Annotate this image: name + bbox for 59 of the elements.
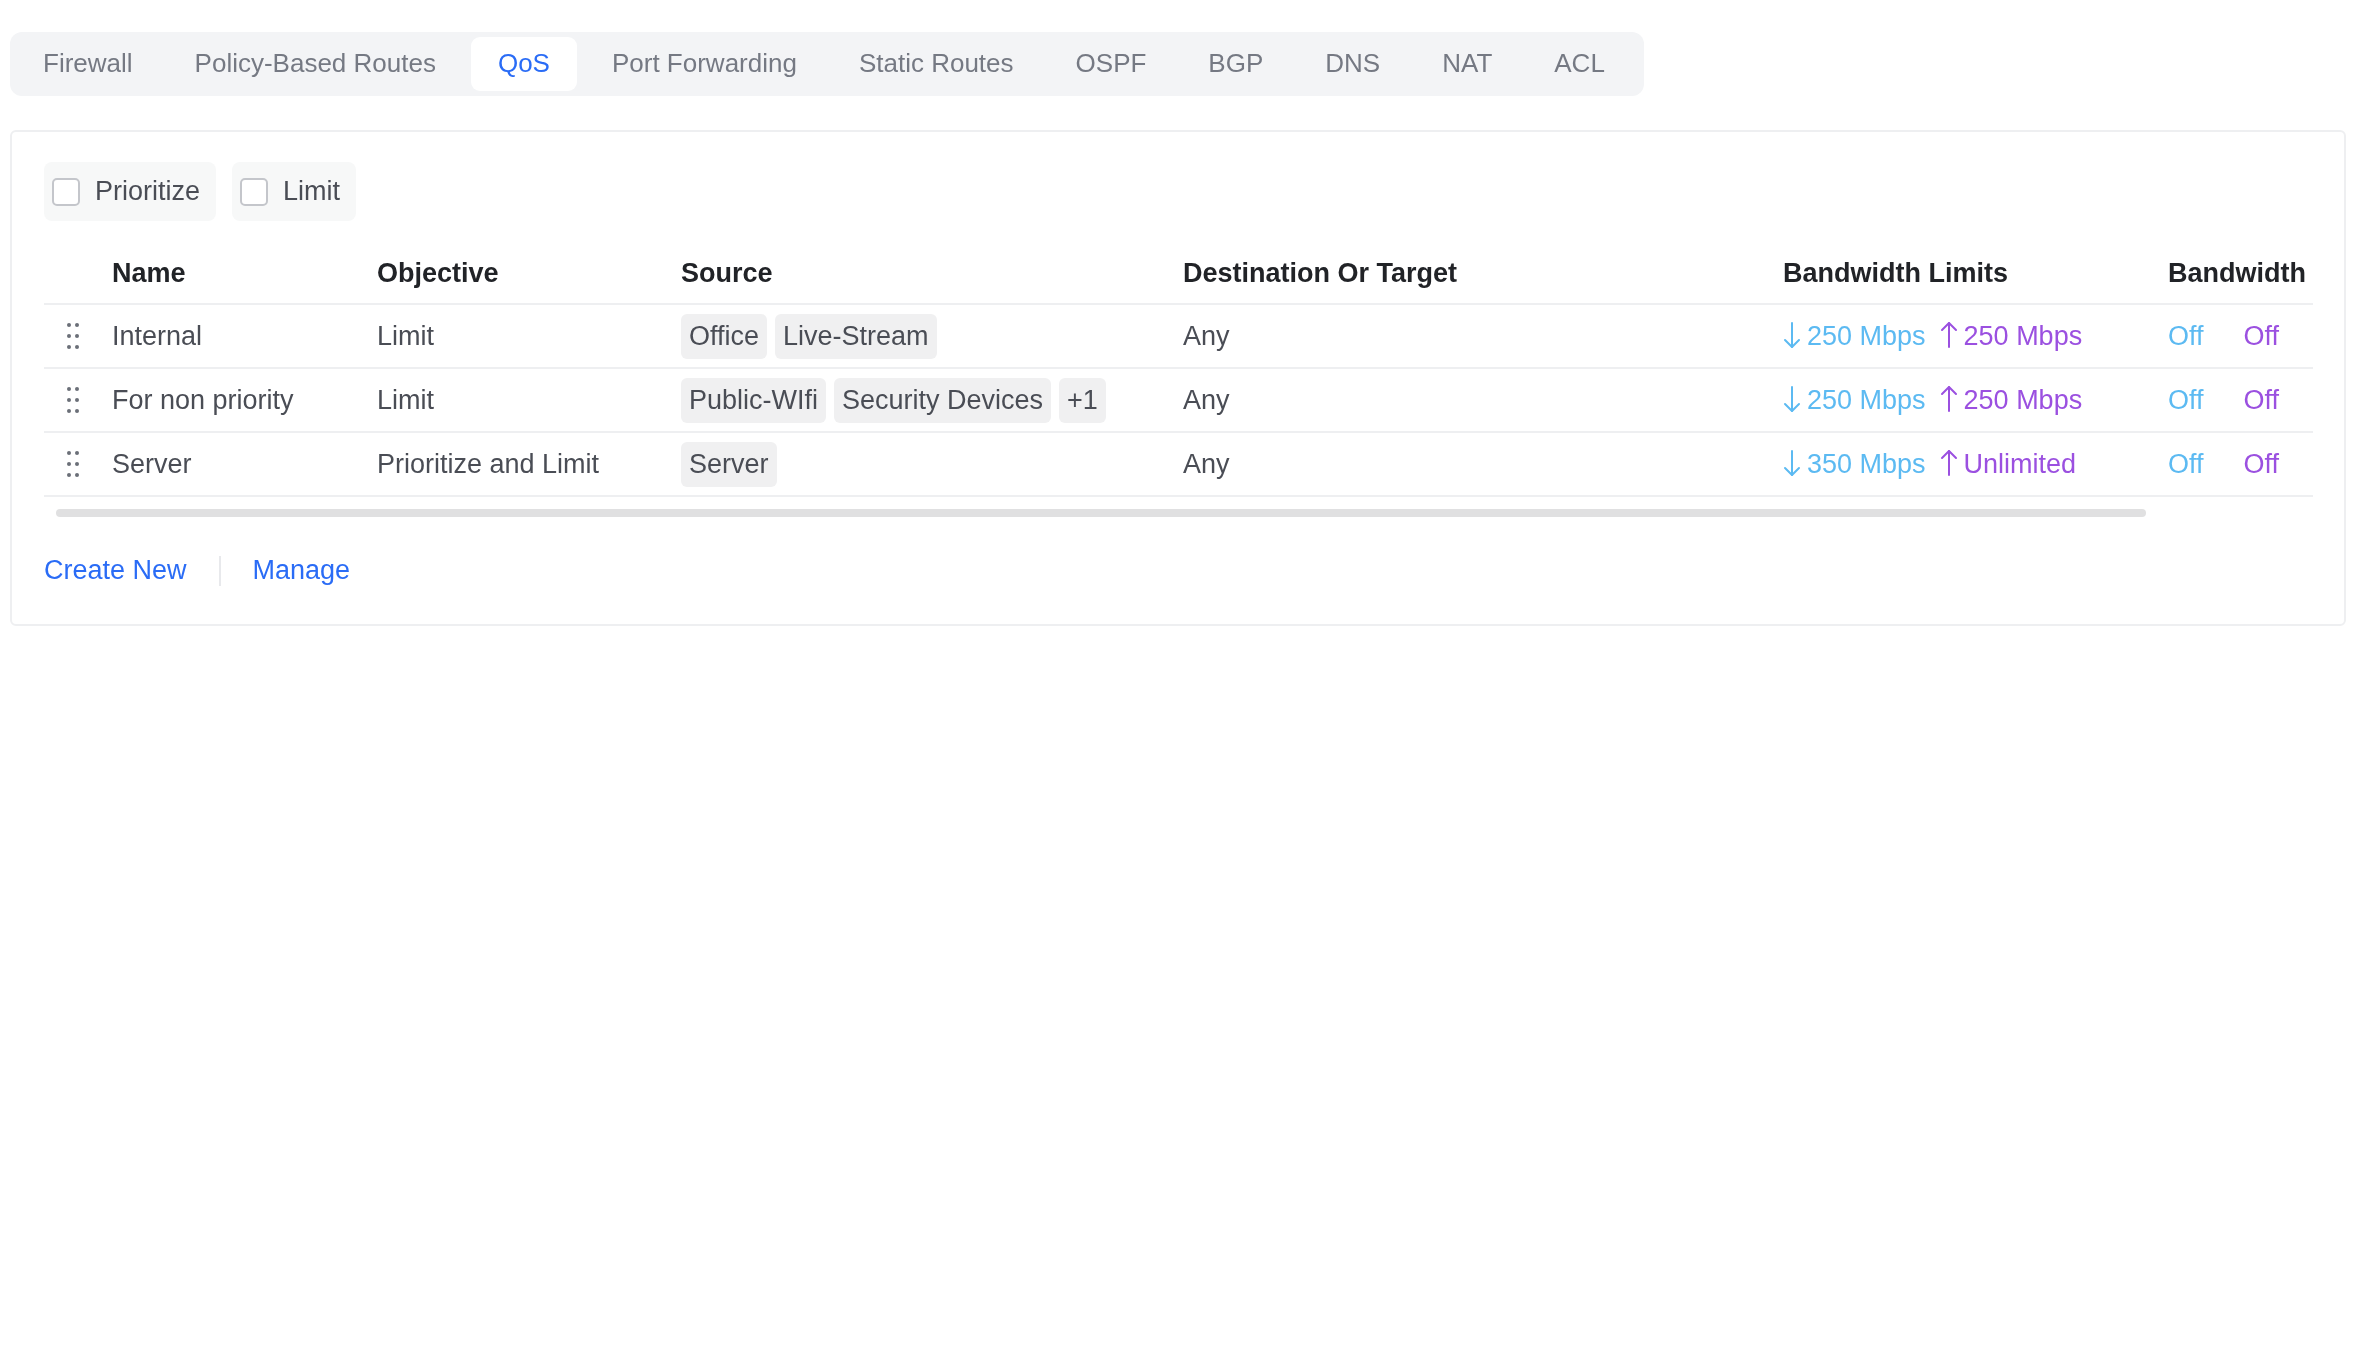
table-cell-text: For non priority <box>112 384 295 416</box>
tab[interactable]: Firewall <box>16 37 160 91</box>
table-cell-text: Prioritize and Limit <box>377 448 601 480</box>
filter-checkbox[interactable]: Prioritize <box>44 162 217 221</box>
up-arrow-icon <box>1939 320 1958 349</box>
horizontal-scrollbar[interactable] <box>56 509 2146 517</box>
bandwidth-value: Off <box>2243 448 2280 480</box>
tab[interactable]: ACL <box>1527 37 1632 91</box>
up-arrow-icon <box>1939 448 1958 477</box>
source-tag: Office <box>681 313 768 359</box>
tab[interactable]: NAT <box>1415 37 1520 91</box>
column-header: Bandwidth <box>2168 257 2307 289</box>
up-arrow-icon <box>1939 384 1958 413</box>
column-header: Objective <box>377 257 500 289</box>
table-cell-text: Limit <box>377 384 435 416</box>
tab[interactable]: Port Forwarding <box>584 37 824 91</box>
source-tag: Security Devices <box>834 377 1052 423</box>
table-cell-text: Any <box>1183 448 1231 480</box>
bandwidth-value: Off <box>2243 320 2280 352</box>
down-arrow-icon <box>1783 320 1801 349</box>
bandwidth-value: Off <box>2168 448 2204 480</box>
action-link[interactable]: Create New <box>44 555 187 586</box>
down-arrow-icon <box>1783 448 1801 477</box>
tab[interactable]: OSPF <box>1048 37 1174 91</box>
source-tag: +1 <box>1059 377 1106 423</box>
bandwidth-value: Off <box>2168 320 2204 352</box>
checkbox[interactable] <box>52 177 80 206</box>
tab[interactable]: DNS <box>1298 37 1408 91</box>
upload-limit: Unlimited <box>1963 448 2077 480</box>
upload-limit: 250 Mbps <box>1963 384 2083 416</box>
checkbox[interactable] <box>240 177 269 206</box>
table-cell-text: Limit <box>377 320 435 352</box>
bandwidth-value: Off <box>2168 384 2204 416</box>
source-tag: Public-WIfi <box>681 377 826 423</box>
tab[interactable]: Static Routes <box>831 37 1041 91</box>
bandwidth-value: Off <box>2243 384 2280 416</box>
source-tag: Live-Stream <box>775 313 937 359</box>
table-cell-text: Server <box>112 448 193 480</box>
drag-handle-icon[interactable] <box>66 323 80 349</box>
action-link[interactable]: Manage <box>252 555 351 586</box>
download-limit: 350 Mbps <box>1807 448 1926 480</box>
column-header: Source <box>681 257 774 289</box>
upload-limit: 250 Mbps <box>1963 320 2083 352</box>
download-limit: 250 Mbps <box>1807 384 1926 416</box>
source-tag: Server <box>681 441 777 487</box>
drag-handle-icon[interactable] <box>66 387 80 413</box>
table-cell-text: Internal <box>112 320 204 352</box>
down-arrow-icon <box>1783 384 1801 413</box>
tab[interactable]: QoS <box>470 37 577 91</box>
column-header: Bandwidth Limits <box>1783 257 2009 289</box>
filter-checkbox[interactable]: Limit <box>232 162 357 221</box>
tab[interactable]: Policy-Based Routes <box>167 37 463 91</box>
column-header: Name <box>112 257 187 289</box>
table-cell-text: Any <box>1183 320 1231 352</box>
column-header: Destination Or Target <box>1183 257 1459 289</box>
tab[interactable]: BGP <box>1181 37 1291 91</box>
download-limit: 250 Mbps <box>1807 320 1926 352</box>
table-cell-text: Any <box>1183 384 1231 416</box>
drag-handle-icon[interactable] <box>66 451 80 477</box>
